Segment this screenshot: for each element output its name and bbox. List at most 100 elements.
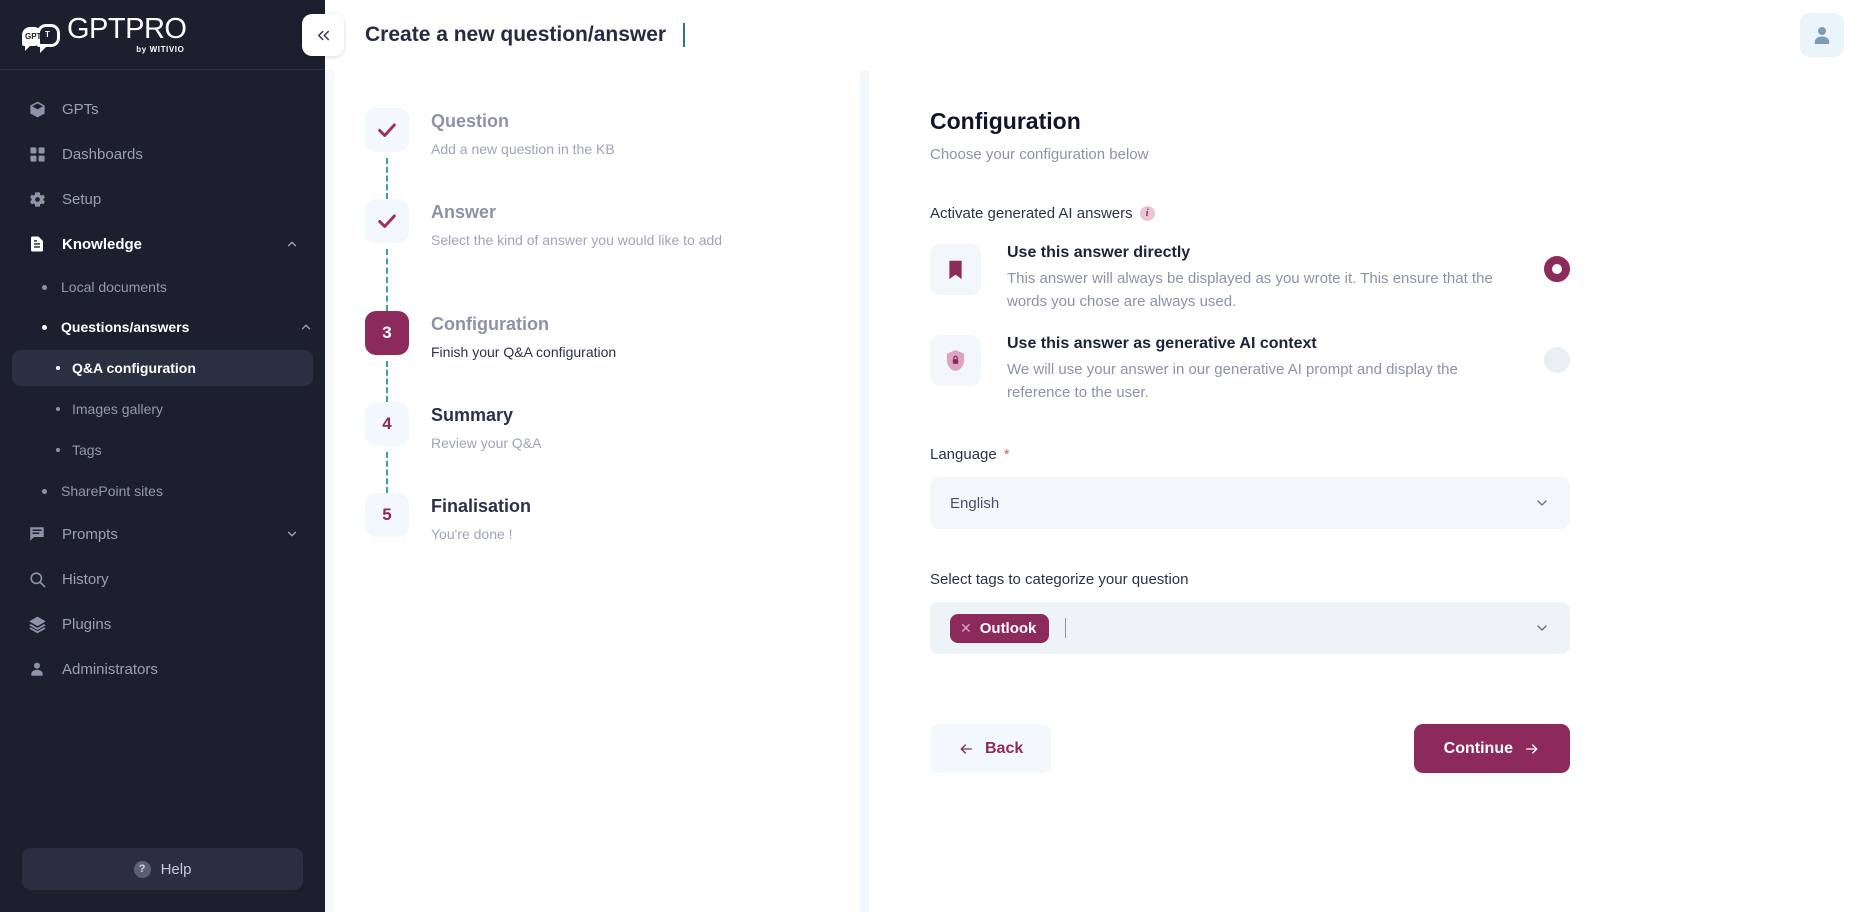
tags-label: Select tags to categorize your question — [930, 571, 1189, 588]
sidebar: GPT T GPTPRO by WITIVIO GPTs Dashboards … — [0, 0, 325, 912]
brand-logo[interactable]: GPT T GPTPRO by WITIVIO — [0, 0, 325, 70]
content-area: Question Add a new question in the KB An… — [325, 70, 1870, 912]
step-connector — [386, 249, 388, 311]
option-use-answer-as-context[interactable]: Use this answer as generative AI context… — [930, 335, 1570, 404]
sidebar-item-label: Knowledge — [62, 235, 143, 253]
step-description: You're done ! — [431, 526, 513, 543]
sidebar-item-administrators[interactable]: Administrators — [12, 649, 313, 689]
question-mark-icon: ? — [133, 860, 151, 878]
gear-icon — [26, 188, 48, 210]
sidebar-item-qa-configuration[interactable]: Q&A configuration — [12, 350, 313, 386]
step-badge: 4 — [365, 402, 409, 446]
sidebar-item-label: Dashboards — [62, 145, 143, 163]
chat-lines-icon — [26, 523, 48, 545]
step-title: Summary — [431, 405, 514, 425]
sidebar-subitem-label: Tags — [72, 442, 102, 458]
language-label-row: Language * — [930, 446, 1570, 463]
option-description: We will use your answer in our generativ… — [1007, 361, 1458, 401]
step-description: Select the kind of answer you would like… — [431, 232, 723, 249]
step-finalisation[interactable]: 5 Finalisation You're done ! — [365, 493, 860, 555]
step-title: Question — [431, 111, 510, 131]
topbar: Create a new question/answer — [302, 0, 1870, 70]
step-question[interactable]: Question Add a new question in the KB — [365, 108, 860, 199]
title-text-cursor — [683, 23, 686, 47]
sidebar-item-history[interactable]: History — [12, 559, 313, 599]
radio-use-answer-directly[interactable] — [1544, 256, 1570, 282]
check-icon — [376, 119, 398, 141]
bullet-icon — [56, 366, 60, 370]
step-description: Finish your Q&A configuration — [431, 344, 617, 361]
sidebar-item-knowledge[interactable]: Knowledge — [12, 224, 313, 264]
sidebar-subitem-label: SharePoint sites — [61, 483, 163, 499]
step-connector — [386, 452, 388, 493]
sidebar-item-label: Administrators — [62, 660, 158, 678]
close-x-icon[interactable]: ✕ — [960, 620, 972, 637]
required-marker: * — [1003, 446, 1010, 463]
logo-bubble-left-text: GPT — [25, 32, 42, 41]
sidebar-item-setup[interactable]: Setup — [12, 179, 313, 219]
language-selected-value: English — [950, 494, 1000, 512]
step-summary[interactable]: 4 Summary Review your Q&A — [365, 402, 860, 493]
sidebar-item-tags[interactable]: Tags — [12, 432, 313, 468]
arrow-right-icon — [1524, 741, 1540, 757]
avatar[interactable] — [1800, 13, 1844, 57]
radio-use-answer-as-context[interactable] — [1544, 347, 1570, 373]
sidebar-item-local-documents[interactable]: Local documents — [12, 270, 313, 304]
search-clock-icon — [26, 568, 48, 590]
sidebar-item-dashboards[interactable]: Dashboards — [12, 134, 313, 174]
main-area: Create a new question/answer Question Ad… — [302, 0, 1870, 912]
step-description: Add a new question in the KB — [431, 141, 615, 158]
sidebar-item-plugins[interactable]: Plugins — [12, 604, 313, 644]
back-button[interactable]: Back — [930, 724, 1052, 773]
layers-icon — [26, 613, 48, 635]
bullet-icon — [42, 324, 47, 330]
sidebar-item-gpts[interactable]: GPTs — [12, 89, 313, 129]
option-title: Use this answer directly — [1007, 244, 1191, 261]
step-connector — [386, 158, 388, 199]
language-select[interactable]: English — [930, 477, 1570, 529]
info-icon[interactable]: i — [1139, 206, 1155, 221]
continue-label: Continue — [1443, 739, 1513, 757]
bullet-icon — [56, 407, 60, 411]
sidebar-item-questions-answers[interactable]: Questions/answers — [12, 310, 313, 344]
sidebar-item-sharepoint-sites[interactable]: SharePoint sites — [12, 474, 313, 508]
sidebar-item-images-gallery[interactable]: Images gallery — [12, 391, 313, 427]
continue-button[interactable]: Continue — [1413, 724, 1570, 773]
step-answer[interactable]: Answer Select the kind of answer you wou… — [365, 199, 860, 311]
chevron-up-icon[interactable] — [299, 320, 313, 334]
sidebar-subitem-label: Q&A configuration — [72, 360, 196, 376]
panel-heading: Configuration — [930, 108, 1081, 134]
language-label: Language — [930, 446, 997, 463]
ai-answers-label-row: Activate generated AI answers i — [930, 205, 1570, 222]
page-title: Create a new question/answer — [365, 23, 667, 46]
step-configuration[interactable]: 3 Configuration Finish your Q&A configur… — [365, 311, 860, 402]
chevron-down-icon[interactable] — [285, 527, 299, 541]
step-badge: 3 — [365, 311, 409, 355]
document-lines-icon — [26, 233, 48, 255]
person-icon — [26, 658, 48, 680]
tag-chip-outlook[interactable]: ✕ Outlook — [950, 613, 1050, 643]
step-badge: 5 — [365, 493, 409, 537]
sidebar-item-label: Plugins — [62, 615, 112, 633]
sidebar-item-prompts[interactable]: Prompts — [12, 514, 313, 554]
option-use-answer-directly[interactable]: Use this answer directly This answer wil… — [930, 244, 1570, 313]
chevron-down-icon[interactable] — [1534, 620, 1550, 636]
bullet-icon — [56, 448, 60, 452]
option-description: This answer will always be displayed as … — [1007, 270, 1493, 310]
help-section: ? Help — [0, 848, 325, 912]
step-title: Finalisation — [431, 496, 532, 516]
chevron-double-left-icon[interactable] — [302, 14, 344, 56]
panel-subheading: Choose your configuration below — [930, 146, 1149, 163]
tags-input[interactable]: ✕ Outlook — [930, 602, 1570, 654]
help-button[interactable]: ? Help — [22, 848, 303, 890]
step-badge — [365, 199, 409, 243]
brand-tagline: by WITIVIO — [136, 45, 185, 54]
arrow-left-icon — [958, 741, 974, 757]
bookmark-icon — [930, 244, 981, 295]
sidebar-item-label: History — [62, 570, 109, 588]
step-description: Review your Q&A — [431, 435, 542, 452]
chevron-up-icon[interactable] — [285, 237, 299, 251]
sidebar-subitem-label: Local documents — [61, 279, 167, 295]
chevron-down-icon[interactable] — [1534, 495, 1550, 511]
check-icon — [376, 210, 398, 232]
